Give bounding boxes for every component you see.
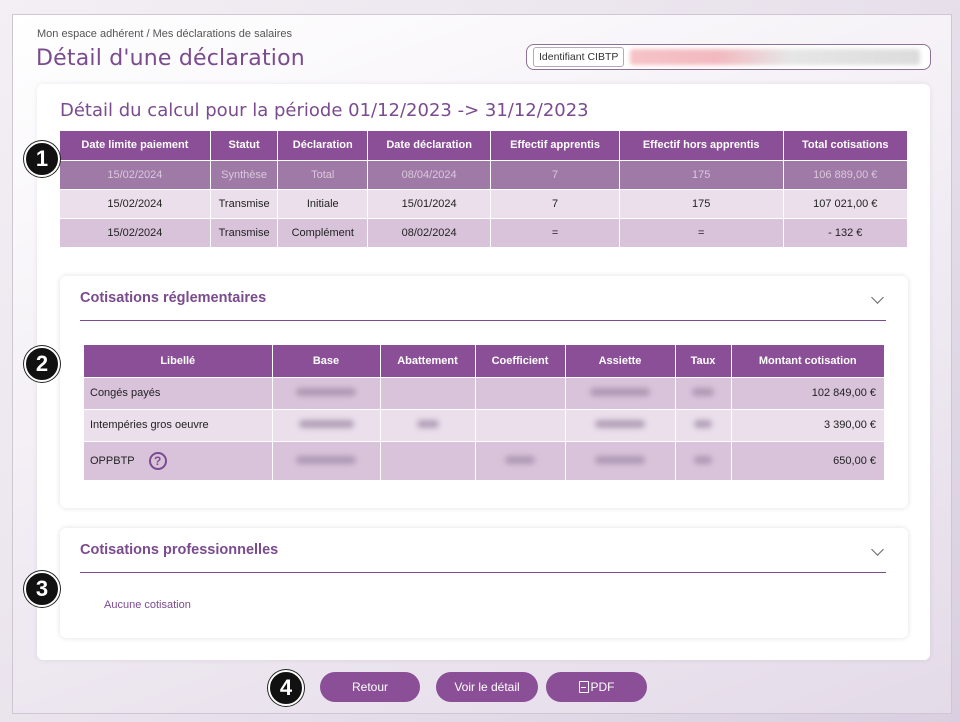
column-header: Date déclaration [367, 131, 492, 160]
table-row: 15/02/2024 Synthèse Total 08/04/2024 7 1… [60, 159, 909, 189]
table-cell: 08/02/2024 [367, 217, 492, 247]
redacted-cell [675, 408, 732, 441]
table-cell: 08/04/2024 [367, 159, 492, 189]
professional-title[interactable]: Cotisations professionnelles [80, 542, 278, 558]
table-cell: 175 [619, 159, 784, 189]
table-cell: 15/02/2024 [60, 217, 211, 247]
column-header: Déclaration [277, 131, 369, 160]
redacted-cell [675, 376, 732, 409]
pdf-button[interactable]: PDF [546, 672, 647, 702]
table-cell: 15/02/2024 [60, 159, 211, 189]
redacted-cell [565, 440, 676, 480]
column-header: Date limite paiement [60, 131, 211, 160]
row-label: OPPBTP? [84, 440, 273, 480]
column-header: Libellé [84, 345, 273, 377]
redacted-cell [475, 408, 566, 441]
column-header: Assiette [565, 345, 676, 377]
annotation-badge: 3 [24, 571, 60, 607]
table-cell: 15/02/2024 [60, 188, 211, 218]
column-header: Abattement [380, 345, 476, 377]
divider [80, 572, 886, 573]
column-header: Montant cotisation [731, 345, 885, 377]
period-title: Détail du calcul pour la période 01/12/2… [60, 100, 589, 121]
annotation-badge: 2 [24, 346, 60, 382]
redacted-cell [272, 376, 381, 409]
row-label: Intempéries gros oeuvre [84, 408, 273, 441]
redacted-cell [565, 408, 676, 441]
identifier-value-redacted [630, 49, 920, 65]
column-header: Total cotisations [783, 131, 909, 160]
identifier-box: Identifiant CIBTP [526, 44, 931, 70]
table-cell: 7 [490, 188, 620, 218]
regulatory-table: Libellé Base Abattement Coefficient Assi… [84, 345, 885, 480]
column-header: Base [272, 345, 381, 377]
identifier-label: Identifiant CIBTP [533, 47, 625, 67]
amount-cell: 3 390,00 € [731, 408, 885, 441]
summary-table: Date limite paiement Statut Déclaration … [60, 131, 909, 247]
table-cell: 107 021,00 € [783, 188, 909, 218]
redacted-cell [475, 440, 566, 480]
table-cell: 15/01/2024 [367, 188, 492, 218]
redacted-cell [272, 440, 381, 480]
redacted-cell [475, 376, 566, 409]
amount-cell: 650,00 € [731, 440, 885, 480]
view-detail-button[interactable]: Voir le détail [436, 672, 538, 702]
regulatory-title[interactable]: Cotisations réglementaires [80, 290, 266, 306]
breadcrumb: Mon espace adhérent / Mes déclarations d… [37, 28, 292, 40]
redacted-cell [380, 440, 476, 480]
redacted-cell [380, 376, 476, 409]
column-header: Statut [210, 131, 279, 160]
column-header: Coefficient [475, 345, 566, 377]
question-circle-icon[interactable]: ? [148, 451, 167, 470]
table-row: OPPBTP? 650,00 € [84, 440, 885, 480]
pdf-file-icon [578, 681, 589, 693]
table-cell: Complément [277, 217, 369, 247]
amount-cell: 102 849,00 € [731, 376, 885, 409]
row-label-text: OPPBTP [90, 454, 135, 467]
empty-state-text: Aucune cotisation [104, 599, 191, 611]
table-row: Congés payés 102 849,00 € [84, 376, 885, 409]
redacted-cell [565, 376, 676, 409]
column-header: Taux [675, 345, 732, 377]
redacted-cell [380, 408, 476, 441]
redacted-cell [272, 408, 381, 441]
table-cell: Initiale [277, 188, 369, 218]
table-cell: - 132 € [783, 217, 909, 247]
column-header: Effectif hors apprentis [619, 131, 784, 160]
divider [80, 320, 886, 321]
page-title: Détail d'une déclaration [36, 46, 305, 71]
back-button[interactable]: Retour [320, 672, 420, 702]
table-cell: Transmise [210, 217, 279, 247]
table-row: Intempéries gros oeuvre 3 390,00 € [84, 408, 885, 441]
table-cell: 7 [490, 159, 620, 189]
table-cell: 106 889,00 € [783, 159, 909, 189]
annotation-badge: 4 [268, 670, 304, 706]
table-cell: = [490, 217, 620, 247]
table-row: 15/02/2024 Transmise Complément 08/02/20… [60, 217, 909, 247]
table-cell: Total [277, 159, 369, 189]
table-cell: 175 [619, 188, 784, 218]
annotation-badge: 1 [24, 141, 60, 177]
row-label: Congés payés [84, 376, 273, 409]
column-header: Effectif apprentis [490, 131, 620, 160]
pdf-button-label: PDF [590, 680, 615, 694]
table-cell: = [619, 217, 784, 247]
table-cell: Transmise [210, 188, 279, 218]
table-cell: Synthèse [210, 159, 279, 189]
redacted-cell [675, 440, 732, 480]
table-row: 15/02/2024 Transmise Initiale 15/01/2024… [60, 188, 909, 218]
